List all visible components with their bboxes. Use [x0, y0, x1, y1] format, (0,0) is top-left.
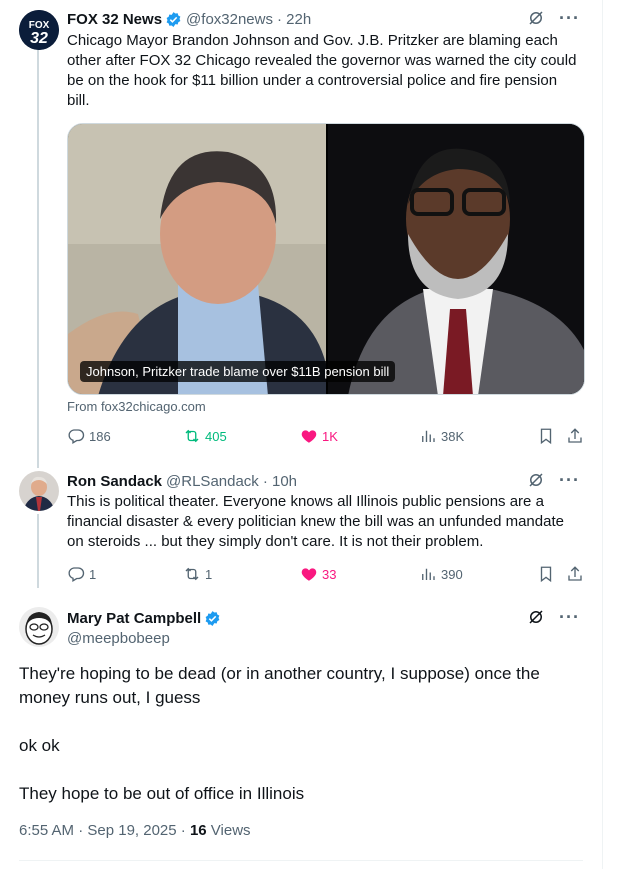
- views-count: 16: [189, 822, 207, 839]
- svg-text:32: 32: [30, 30, 48, 47]
- tweet-header: FOX 32 News @fox32news · 22h ···: [67, 9, 580, 29]
- more-options-icon[interactable]: ···: [559, 608, 580, 626]
- divider: [19, 860, 583, 861]
- like-button[interactable]: 1K: [300, 427, 338, 445]
- tweet-meta: 6:55 AM · Sep 19, 2025 · 16 Views: [19, 822, 251, 839]
- reply-count: 186: [89, 428, 111, 444]
- tweet-text: This is political theater. Everyone know…: [67, 493, 564, 550]
- display-name[interactable]: Mary Pat Campbell: [67, 610, 201, 627]
- avatar-ron-sandack[interactable]: [19, 471, 59, 511]
- share-icon: [568, 566, 582, 581]
- bookmark-icon: [540, 566, 552, 583]
- like-button[interactable]: 33: [300, 565, 336, 583]
- repost-button[interactable]: 405: [183, 427, 227, 445]
- like-count: 33: [322, 566, 337, 582]
- reply-button[interactable]: 186: [67, 427, 111, 445]
- grok-icon[interactable]: [527, 9, 545, 27]
- repost-count: 1: [205, 566, 213, 582]
- post-timestamp[interactable]: 6:55 AM · Sep 19, 2025 ·: [19, 822, 190, 839]
- thread-line: [37, 514, 39, 588]
- more-options-icon[interactable]: ···: [559, 471, 580, 489]
- views-chart-icon: [422, 568, 435, 580]
- verified-badge-icon: [205, 610, 220, 626]
- grok-icon[interactable]: [527, 471, 545, 489]
- handle[interactable]: @fox32news: [186, 11, 273, 28]
- heart-icon: [301, 568, 317, 581]
- timestamp[interactable]: · 10h: [263, 473, 297, 490]
- share-button[interactable]: [566, 565, 588, 583]
- thread-line: [37, 50, 39, 468]
- tweet-paragraph: ok ok: [19, 736, 60, 755]
- avatar-fox32[interactable]: FOX 32: [19, 10, 59, 50]
- tweet-header: Ron Sandack @RLSandack · 10h ···: [67, 471, 580, 491]
- display-name[interactable]: Ron Sandack: [67, 473, 162, 490]
- reply-button[interactable]: 1: [67, 565, 96, 583]
- tweet-text: Chicago Mayor Brandon Johnson and Gov. J…: [67, 32, 577, 109]
- tweet-actions: 1 1 33 390: [67, 565, 587, 585]
- handle[interactable]: @RLSandack: [166, 473, 259, 490]
- profile-photo: [19, 471, 59, 511]
- card-caption[interactable]: Johnson, Pritzker trade blame over $11B …: [80, 361, 396, 382]
- tweet-paragraph: They're hoping to be dead (or in another…: [19, 664, 540, 707]
- views-label: Views: [206, 822, 251, 839]
- handle[interactable]: @meepbobeep: [67, 630, 170, 647]
- photo-johnson: [328, 124, 584, 394]
- views-button[interactable]: 38K: [419, 427, 464, 445]
- tweet-handle-row: @meepbobeep: [67, 628, 580, 648]
- timestamp[interactable]: · 22h: [277, 11, 311, 28]
- share-icon: [568, 428, 582, 443]
- tweet-actions: 186 405 1K 38K: [67, 427, 587, 447]
- repost-count: 405: [205, 428, 227, 444]
- timeline-frame: FOX 32 FOX 32 News @fox32news · 22h ··· …: [0, 0, 603, 869]
- avatar-mary-pat-campbell[interactable]: [19, 607, 59, 647]
- reply-icon: [68, 429, 85, 444]
- views-chart-icon: [422, 430, 435, 442]
- heart-icon: [301, 430, 317, 443]
- bookmark-button[interactable]: [537, 427, 559, 445]
- views-count: 38K: [441, 428, 465, 444]
- card-source[interactable]: From fox32chicago.com: [67, 399, 206, 414]
- bookmark-icon: [540, 428, 552, 445]
- photo-pritzker: [68, 124, 326, 394]
- share-button[interactable]: [566, 427, 588, 445]
- repost-button[interactable]: 1: [183, 565, 212, 583]
- link-card-image[interactable]: Johnson, Pritzker trade blame over $11B …: [67, 123, 585, 395]
- bookmark-button[interactable]: [537, 565, 559, 583]
- profile-photo: [19, 607, 59, 647]
- tweet-header: Mary Pat Campbell ···: [67, 608, 580, 628]
- display-name[interactable]: FOX 32 News: [67, 11, 162, 28]
- fox32-logo: FOX 32: [19, 10, 59, 50]
- more-options-icon[interactable]: ···: [559, 9, 580, 27]
- reply-count: 1: [89, 566, 97, 582]
- verified-badge-icon: [166, 11, 181, 27]
- repost-icon: [185, 567, 199, 581]
- views-count: 390: [441, 566, 463, 582]
- repost-icon: [185, 429, 199, 443]
- like-count: 1K: [322, 428, 338, 444]
- reply-icon: [68, 567, 85, 582]
- tweet-paragraph: They hope to be out of office in Illinoi…: [19, 784, 305, 803]
- views-button[interactable]: 390: [419, 565, 463, 583]
- grok-icon[interactable]: [527, 608, 545, 626]
